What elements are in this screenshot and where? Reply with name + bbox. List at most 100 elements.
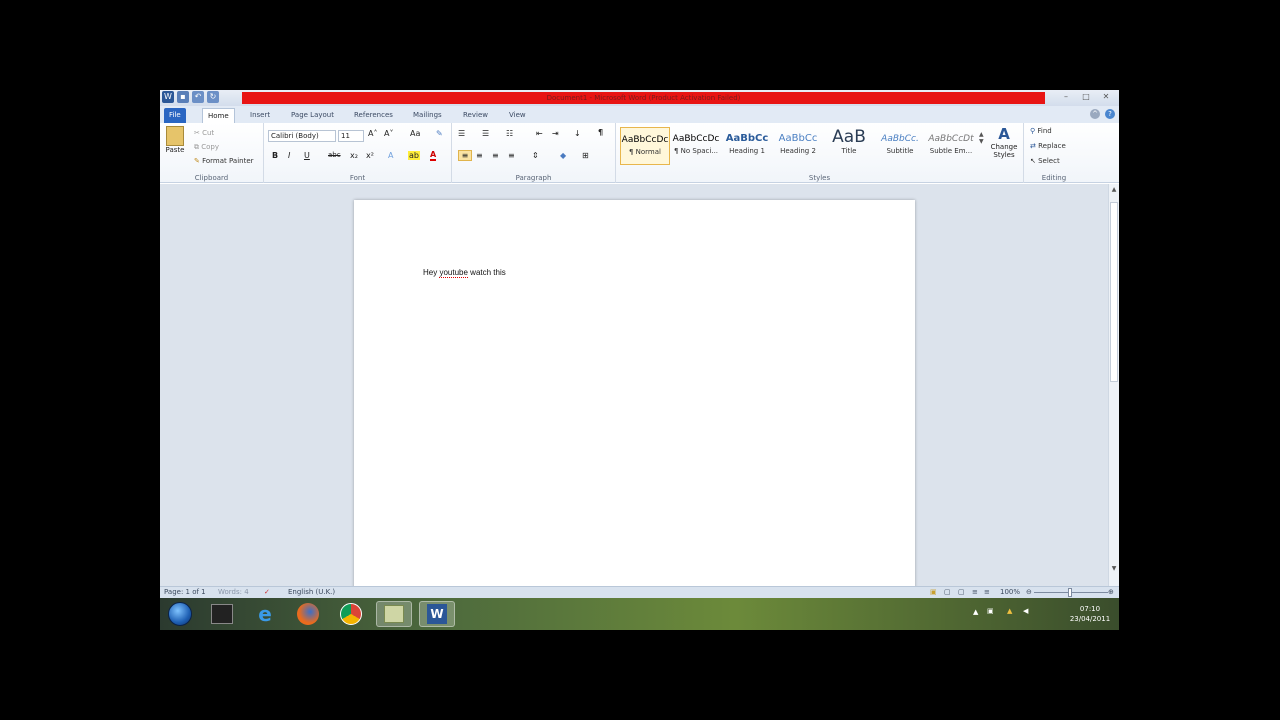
borders-icon[interactable]: ⊞ xyxy=(582,151,589,160)
document-text[interactable]: Hey youtube watch this xyxy=(423,268,506,278)
font-group: Calibri (Body) 11 A˄ A˅ Aa ✎ B I U abc x… xyxy=(264,123,452,183)
shading-icon[interactable]: ◆ xyxy=(560,151,566,160)
align-left-icon[interactable]: ≡ xyxy=(458,150,472,161)
scroll-thumb[interactable] xyxy=(1110,202,1118,382)
outline-view-icon[interactable]: ≡ xyxy=(972,588,978,596)
page-count[interactable]: Page: 1 of 1 xyxy=(164,588,206,596)
device-icon[interactable]: ▣ xyxy=(987,607,994,615)
help-icon[interactable]: ? xyxy=(1105,109,1115,119)
tab-page-layout[interactable]: Page Layout xyxy=(286,108,339,123)
zoom-in-icon[interactable]: ⊕ xyxy=(1108,588,1114,596)
taskbar-word[interactable]: W xyxy=(419,601,455,627)
close-button[interactable]: ✕ xyxy=(1097,91,1115,103)
zoom-level[interactable]: 100% xyxy=(1000,588,1020,596)
zoom-out-icon[interactable]: ⊖ xyxy=(1026,588,1032,596)
word-app-icon[interactable]: W xyxy=(162,91,174,103)
tab-review[interactable]: Review xyxy=(458,108,493,123)
style-no-spacing[interactable]: AaBbCcDc ¶ No Spaci... xyxy=(671,127,721,165)
bold-button[interactable]: B xyxy=(272,151,278,160)
minimize-button[interactable]: – xyxy=(1057,91,1075,103)
show-hidden-icons-icon[interactable]: ▲ xyxy=(973,608,978,616)
taskbar-app-1[interactable] xyxy=(204,601,240,627)
zoom-slider-thumb[interactable] xyxy=(1068,588,1072,597)
line-spacing-icon[interactable]: ⇕ xyxy=(532,151,539,160)
tab-references[interactable]: References xyxy=(349,108,398,123)
volume-icon[interactable]: ◀ xyxy=(1023,607,1028,615)
tab-mailings[interactable]: Mailings xyxy=(408,108,447,123)
style-title[interactable]: AaB Title xyxy=(824,127,874,165)
styles-scroll-icon[interactable]: ▲ ▼ xyxy=(979,131,984,145)
scroll-down-icon[interactable]: ▼ xyxy=(1109,565,1119,572)
superscript-button[interactable]: x² xyxy=(366,151,374,160)
clock[interactable]: 07:10 23/04/2011 xyxy=(1067,604,1113,624)
clear-formatting-icon[interactable]: ✎ xyxy=(436,129,443,138)
style-subtle-emphasis[interactable]: AaBbCcDt Subtle Em... xyxy=(926,127,976,165)
show-formatting-icon[interactable]: ¶ xyxy=(598,128,603,137)
underline-button[interactable]: U xyxy=(304,151,310,160)
change-case-button[interactable]: Aa xyxy=(410,129,420,138)
copy-button[interactable]: ⧉ Copy xyxy=(194,143,219,152)
word-count[interactable]: Words: 4 xyxy=(218,588,249,596)
subscript-button[interactable]: x₂ xyxy=(350,151,358,160)
format-painter-label: Format Painter xyxy=(202,157,254,165)
print-layout-view-icon[interactable]: ▣ xyxy=(930,588,937,596)
maximize-button[interactable]: □ xyxy=(1077,91,1095,103)
tab-view[interactable]: View xyxy=(504,108,531,123)
replace-button[interactable]: ⇄ Replace xyxy=(1030,142,1066,150)
style-subtitle[interactable]: AaBbCc. Subtitle xyxy=(875,127,925,165)
document-page[interactable]: Hey youtube watch this xyxy=(354,200,915,590)
ribbon: Paste ✂ Cut ⧉ Copy ✎ Format Painter Clip… xyxy=(160,123,1119,183)
strikethrough-button[interactable]: abc xyxy=(328,151,341,159)
save-icon[interactable]: ▪ xyxy=(177,91,189,103)
italic-button[interactable]: I xyxy=(288,151,290,160)
align-right-icon[interactable]: ≡ xyxy=(492,151,499,160)
sort-icon[interactable]: ↓ xyxy=(574,129,581,138)
bullets-icon[interactable]: ☰ xyxy=(458,129,465,138)
web-layout-view-icon[interactable]: ▢ xyxy=(958,588,965,596)
taskbar-internet-explorer[interactable]: e xyxy=(247,601,283,627)
tab-insert[interactable]: Insert xyxy=(245,108,275,123)
taskbar-chrome[interactable] xyxy=(333,601,369,627)
full-screen-view-icon[interactable]: ▢ xyxy=(944,588,951,596)
language[interactable]: English (U.K.) xyxy=(288,588,335,596)
multilevel-list-icon[interactable]: ☷ xyxy=(506,129,513,138)
scroll-up-icon[interactable]: ▲ xyxy=(1109,186,1119,193)
format-painter-button[interactable]: ✎ Format Painter xyxy=(194,157,254,165)
find-button[interactable]: ⚲ Find xyxy=(1030,127,1052,135)
taskbar-firefox[interactable] xyxy=(290,601,326,627)
start-button[interactable] xyxy=(162,601,198,627)
decrease-indent-icon[interactable]: ⇤ xyxy=(536,129,543,138)
font-color-button[interactable]: A xyxy=(430,150,437,161)
vertical-scrollbar[interactable]: ▲ ▼ xyxy=(1108,184,1119,586)
tab-file[interactable]: File xyxy=(164,108,186,123)
highlight-button[interactable]: ab xyxy=(408,151,420,160)
select-button[interactable]: ↖ Select xyxy=(1030,157,1060,165)
tab-home[interactable]: Home xyxy=(202,108,235,123)
font-size-select[interactable]: 11 xyxy=(338,130,364,142)
grow-font-button[interactable]: A˄ xyxy=(368,129,377,138)
style-heading-2[interactable]: AaBbCc Heading 2 xyxy=(773,127,823,165)
undo-icon[interactable]: ↶ xyxy=(192,91,204,103)
taskbar-app-2[interactable] xyxy=(376,601,412,627)
text-effects-icon[interactable]: A xyxy=(388,151,393,160)
paste-button[interactable]: Paste xyxy=(164,126,186,160)
ribbon-minimize-icon[interactable]: ^ xyxy=(1090,109,1100,119)
proofing-icon[interactable]: ✓ xyxy=(264,588,270,596)
style-heading-1[interactable]: AaBbCc Heading 1 xyxy=(722,127,772,165)
network-icon[interactable]: ▲ xyxy=(1007,607,1012,615)
paragraph-group: ☰ ☰ ☷ ⇤ ⇥ ↓ ¶ ≡ ≡ ≡ ≡ ⇕ ◆ ⊞ Paragraph xyxy=(452,123,616,183)
style-normal[interactable]: AaBbCcDc ¶ Normal xyxy=(620,127,670,165)
draft-view-icon[interactable]: ≡ xyxy=(984,588,990,596)
increase-indent-icon[interactable]: ⇥ xyxy=(552,129,559,138)
align-center-icon[interactable]: ≡ xyxy=(476,151,483,160)
app-icon xyxy=(384,605,404,623)
justify-icon[interactable]: ≡ xyxy=(508,151,515,160)
numbering-icon[interactable]: ☰ xyxy=(482,129,489,138)
style-heading-1-name: Heading 1 xyxy=(729,147,765,155)
format-painter-icon: ✎ xyxy=(194,157,200,165)
shrink-font-button[interactable]: A˅ xyxy=(384,129,393,138)
font-family-select[interactable]: Calibri (Body) xyxy=(268,130,336,142)
redo-icon[interactable]: ↻ xyxy=(207,91,219,103)
change-styles-button[interactable]: A Change Styles xyxy=(988,125,1020,159)
cut-button[interactable]: ✂ Cut xyxy=(194,129,214,137)
